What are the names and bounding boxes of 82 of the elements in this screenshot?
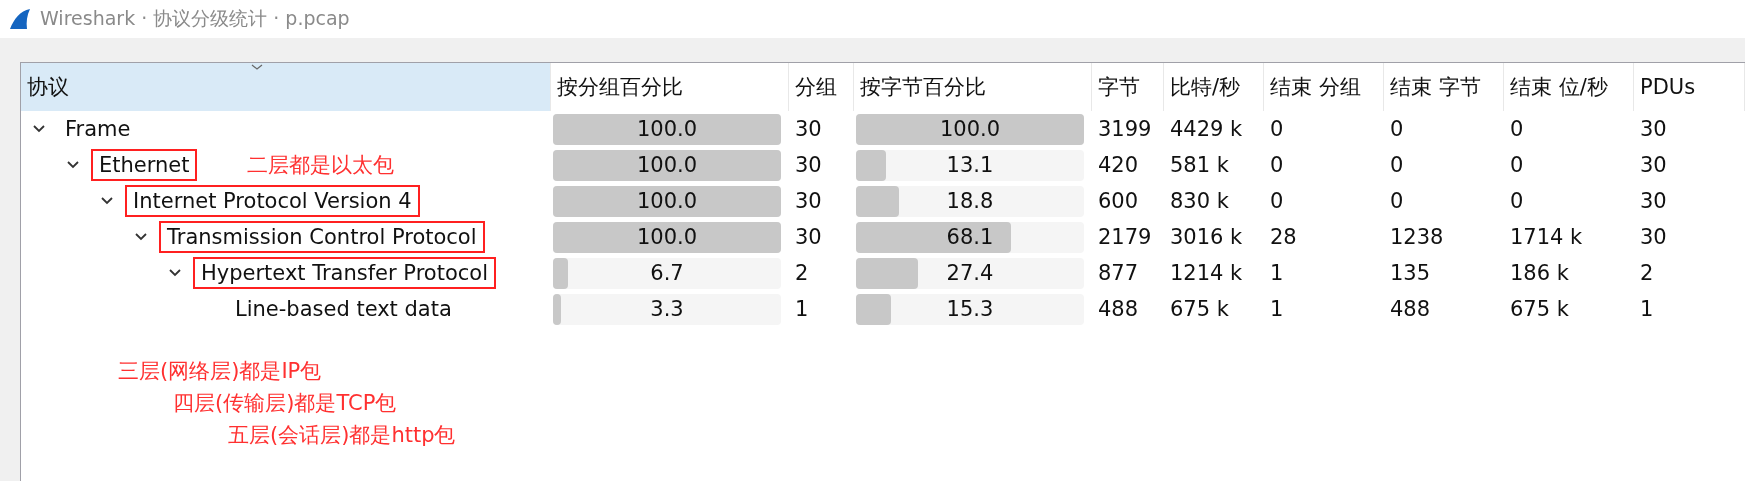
protocol-name: Ethernet — [91, 149, 198, 181]
collapse-caret-icon[interactable] — [135, 233, 147, 241]
table-cell-text: 0 — [1509, 189, 1525, 213]
table-cell-text: 30 — [1639, 153, 1668, 177]
table-cell-text: 488 — [1389, 297, 1432, 321]
table-cell-text: 28 — [1269, 225, 1298, 249]
table-cell-text: 30 — [794, 153, 823, 177]
percent-value: 13.1 — [946, 153, 994, 177]
table-cell-text: 135 — [1389, 261, 1432, 285]
table-cell-text: 2 — [794, 261, 810, 285]
table-cell-text: 30 — [794, 189, 823, 213]
table-cell-text: 30 — [1639, 189, 1668, 213]
sort-caret-icon — [251, 64, 263, 70]
table-cell-text: 877 — [1097, 261, 1140, 285]
table-cell-text: 1 — [794, 297, 810, 321]
column-header[interactable]: 按分组百分比 — [551, 63, 789, 111]
table-cell-text: 581 k — [1169, 153, 1230, 177]
protocol-name: Hypertext Transfer Protocol — [193, 257, 496, 289]
table-cell-text: 186 k — [1509, 261, 1570, 285]
percent-value: 15.3 — [946, 297, 994, 321]
table-cell-text: 2 — [1639, 261, 1655, 285]
table-cell-text: 0 — [1509, 153, 1525, 177]
annotation-text: 三层(网络层)都是IP包 — [118, 359, 322, 383]
table-cell-text: 1238 — [1389, 225, 1445, 249]
annotation-text: 二层都是以太包 — [247, 152, 395, 179]
table-cell-text: 0 — [1269, 153, 1285, 177]
table-cell-text: 675 k — [1509, 297, 1570, 321]
column-header[interactable]: 字节 — [1092, 63, 1164, 111]
column-header[interactable]: 按字节百分比 — [854, 63, 1092, 111]
table-cell-text: 0 — [1269, 117, 1285, 141]
column-header[interactable]: 结束 位/秒 — [1504, 63, 1634, 111]
window-title: Wireshark · 协议分级统计 · p.pcap — [40, 6, 350, 31]
table-cell-text: 600 — [1097, 189, 1140, 213]
table-cell-text: 30 — [1639, 225, 1668, 249]
table-cell-text: 3016 k — [1169, 225, 1244, 249]
percent-value: 100.0 — [939, 117, 1001, 141]
table-cell-text: 30 — [1639, 117, 1668, 141]
table-cell-text: 420 — [1097, 153, 1140, 177]
table-cell-text: 1714 k — [1509, 225, 1584, 249]
table-cell-text: 0 — [1389, 189, 1405, 213]
collapse-caret-icon[interactable] — [101, 197, 113, 205]
collapse-caret-icon[interactable] — [67, 161, 79, 169]
table-cell-text: 1 — [1639, 297, 1655, 321]
table-cell-text: 0 — [1389, 117, 1405, 141]
percent-value: 27.4 — [946, 261, 994, 285]
table-cell-text: 30 — [794, 117, 823, 141]
annotation-text: 四层(传输层)都是TCP包 — [173, 391, 397, 415]
percent-value: 100.0 — [636, 189, 698, 213]
table-cell-text: 30 — [794, 225, 823, 249]
percent-value: 100.0 — [636, 117, 698, 141]
column-header[interactable]: 分组 — [789, 63, 854, 111]
percent-value: 100.0 — [636, 153, 698, 177]
table-cell-text: 1 — [1269, 261, 1285, 285]
column-header[interactable]: PDUs — [1634, 63, 1745, 111]
collapse-caret-icon[interactable] — [33, 125, 45, 133]
protocol-name: Frame — [64, 116, 132, 143]
table-cell-text: 2179 — [1097, 225, 1153, 249]
table-cell-text: 488 — [1097, 297, 1140, 321]
protocol-name: Transmission Control Protocol — [159, 221, 485, 253]
percent-value: 68.1 — [946, 225, 994, 249]
column-header[interactable]: 比特/秒 — [1164, 63, 1264, 111]
column-header[interactable]: 结束 分组 — [1264, 63, 1384, 111]
table-cell-text: 830 k — [1169, 189, 1230, 213]
protocol-name: Line-based text data — [234, 296, 453, 323]
table-cell-text: 3199 — [1097, 117, 1153, 141]
table-cell-text: 1 — [1269, 297, 1285, 321]
shark-fin-icon — [8, 7, 32, 31]
protocol-name: Internet Protocol Version 4 — [125, 185, 420, 217]
table-cell-text: 4429 k — [1169, 117, 1244, 141]
table-cell-text: 1214 k — [1169, 261, 1244, 285]
collapse-caret-icon[interactable] — [169, 269, 181, 277]
column-header[interactable]: 协议 — [21, 63, 551, 111]
table-cell-text: 0 — [1389, 153, 1405, 177]
percent-value: 3.3 — [650, 297, 684, 321]
percent-value: 18.8 — [946, 189, 994, 213]
annotation-text: 五层(会话层)都是http包 — [228, 423, 456, 447]
table-cell-text: 675 k — [1169, 297, 1230, 321]
table-cell-text: 0 — [1269, 189, 1285, 213]
percent-value: 6.7 — [650, 261, 684, 285]
percent-value: 100.0 — [636, 225, 698, 249]
column-header[interactable]: 结束 字节 — [1384, 63, 1504, 111]
table-cell-text: 0 — [1509, 117, 1525, 141]
